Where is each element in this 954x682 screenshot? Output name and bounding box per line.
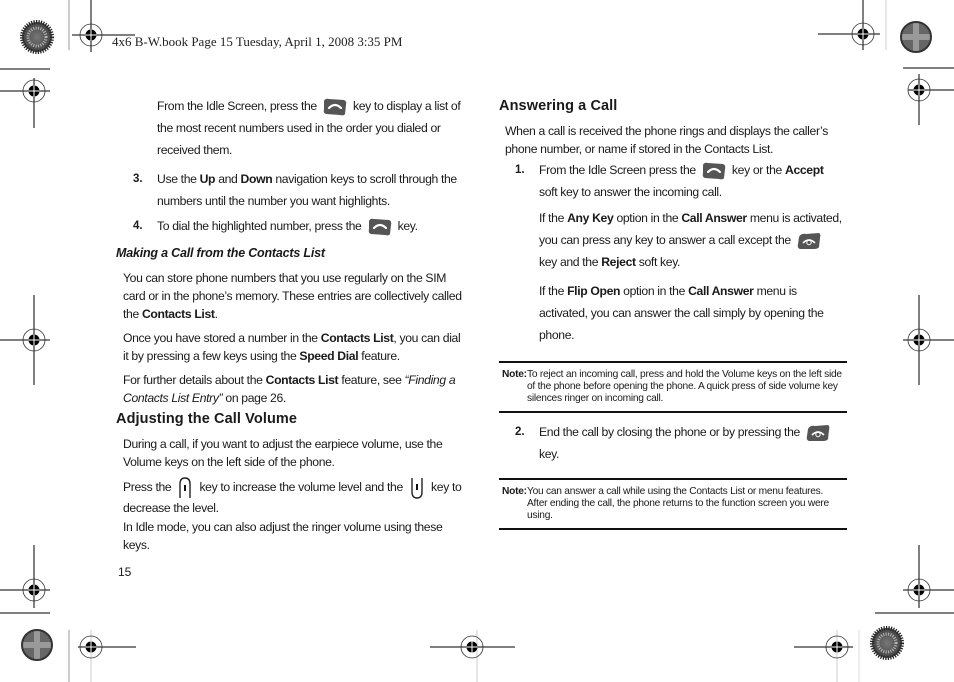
answering-heading: Answering a Call [499,98,618,114]
note-label: Note: [502,486,527,497]
registration-mark-right-lower [875,545,954,614]
step-number: 2. [515,426,525,438]
end-key-icon [806,424,830,442]
note-text: To reject an incoming call, press and ho… [527,369,842,404]
step-1-text: From the Idle Screen press the key or th… [539,162,824,199]
intro-paragraph: From the Idle Screen, press the key to d… [157,98,461,157]
running-header: 4x6 B-W.book Page 15 Tuesday, April 1, 2… [112,34,403,49]
end-key-icon [797,232,821,250]
step-number: 1. [515,164,525,176]
step-3-text: Use the Up and Down navigation keys to s… [157,172,457,208]
send-key-icon [368,218,392,236]
any-key-paragraph: If the Any Key option in the Call Answer… [539,211,842,269]
step-number: 4. [133,220,143,232]
registration-mark-top-right [818,0,880,50]
volume-paragraph-2: Press the key to increase the volume lev… [123,477,468,517]
color-target-bottom-right [870,626,904,660]
registration-mark-bottom-center [430,630,515,682]
volume-heading: Adjusting the Call Volume [116,411,298,427]
contacts-paragraph-2: Once you have stored a number in the Con… [123,331,461,363]
contacts-paragraph-3: For further details about the Contacts L… [123,373,456,405]
send-key-icon [323,98,347,116]
page-number: 15 [118,565,132,579]
registration-mark-right-upper [903,67,954,125]
note-text: You can answer a call while using the Co… [527,486,829,521]
registration-mark-middle-left [0,295,50,385]
note-label: Note: [502,369,527,380]
registration-mark-bottom-left [78,630,136,682]
volume-down-key-icon [410,477,424,499]
color-target-top-left [20,20,54,54]
color-target-top-right [900,21,932,53]
step-number: 3. [133,173,143,185]
registration-mark-left-lower [0,545,50,614]
volume-paragraph-1: During a call, if you want to adjust the… [123,437,443,469]
registration-mark-bottom-right [794,630,853,682]
contacts-subheading: Making a Call from the Contacts List [116,246,325,260]
step-2-text: End the call by closing the phone or by … [539,421,847,465]
send-key-icon [702,162,726,180]
flip-open-paragraph: If the Flip Open option in the Call Answ… [539,284,824,342]
color-target-bottom-left [21,629,53,661]
answering-intro: When a call is received the phone rings … [505,124,828,156]
note-answer-during-menu: Note: You can answer a call while using … [499,478,847,530]
volume-up-key-icon [178,477,192,499]
registration-mark-middle-right [903,295,954,385]
registration-mark-left-upper [0,68,50,128]
note-reject-call: Note: To reject an incoming call, press … [499,361,847,413]
contacts-paragraph-1: You can store phone numbers that you use… [123,271,462,321]
volume-paragraph-3: In Idle mode, you can also adjust the ri… [123,520,443,552]
step-4-text: To dial the highlighted number, press th… [157,215,467,237]
